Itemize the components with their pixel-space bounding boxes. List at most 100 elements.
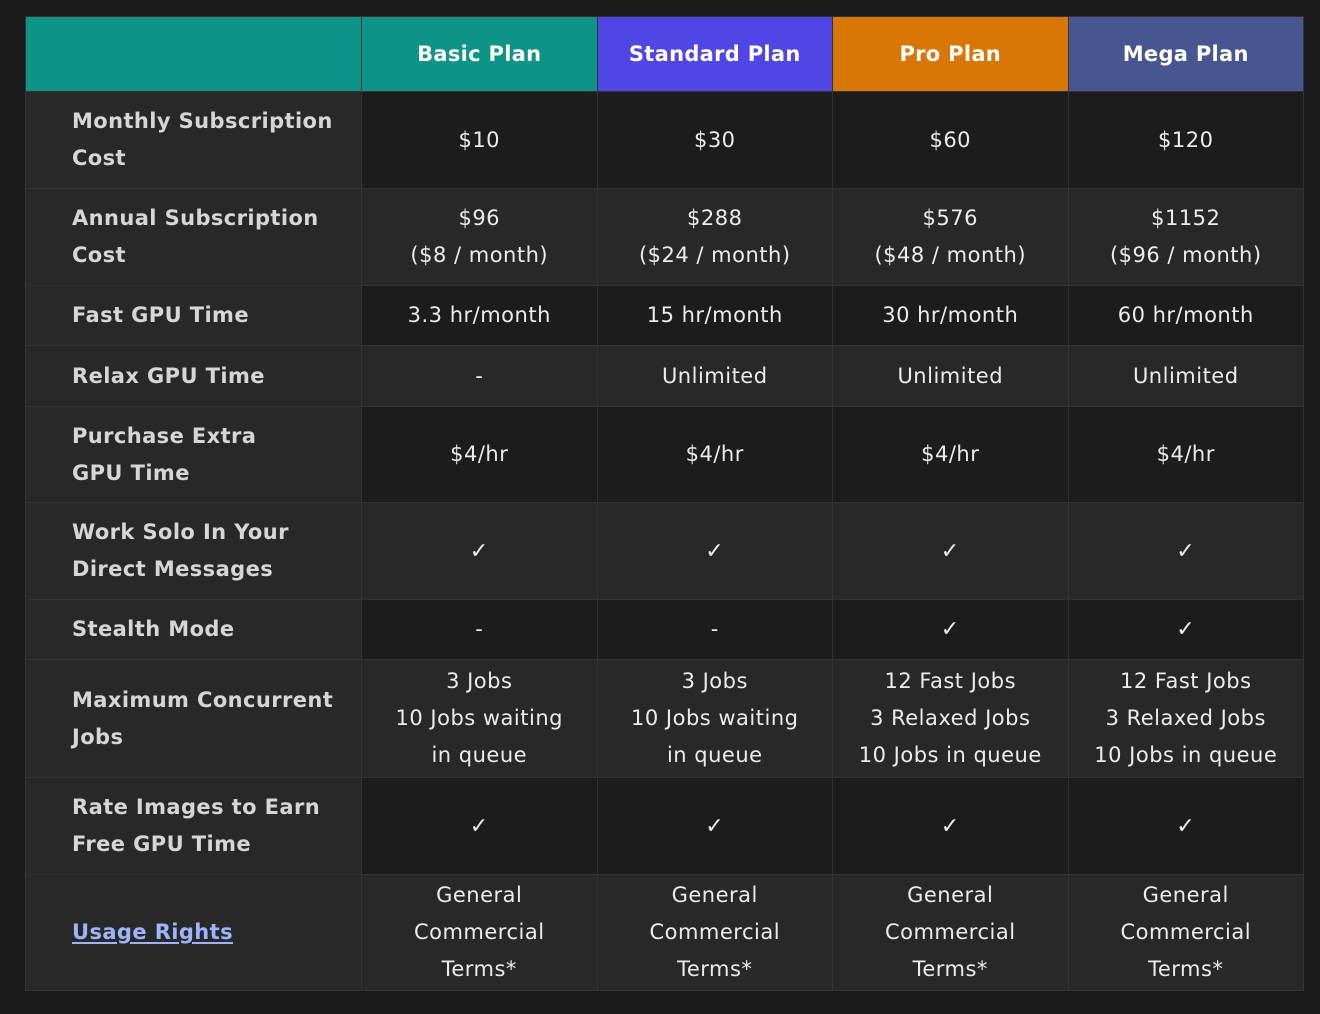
cell-monthly-subscription-cost-basic: $10	[361, 91, 598, 189]
cell-value: Commercial	[413, 920, 545, 944]
cell-usage-rights-standard: General Commercial Terms*	[596, 874, 833, 991]
cell-value: $96	[458, 206, 501, 230]
cell-stealth-mode-mega: ✓	[1067, 599, 1304, 660]
row-label-fast-gpu-time: Fast GPU Time	[25, 285, 362, 346]
row-label-monthly-subscription-cost: Monthly Subscription Cost	[25, 91, 362, 189]
cell-value: General	[671, 883, 758, 907]
table-row-maximum-concurrent-jobs: Maximum Concurrent Jobs 3 Jobs 10 Jobs wait…	[25, 659, 1304, 778]
cell-value: Commercial	[649, 920, 781, 944]
row-label-line: Cost	[72, 243, 126, 267]
table-row-rate-images-earn-gpu-time: Rate Images to Earn Free GPU Time ✓ ✓ ✓ ✓	[25, 777, 1304, 875]
table-row-usage-rights: Usage Rights General Commercial Terms* Gener…	[25, 874, 1304, 991]
cell-value: Unlimited	[661, 363, 768, 388]
cell-value: -	[475, 617, 484, 641]
table-header: Basic Plan Standard Plan Pro Plan Mega P…	[25, 16, 1304, 92]
row-label-line: Jobs	[72, 724, 124, 749]
table-row-purchase-extra-gpu-time: Purchase Extra GPU Time $4/hr $4/hr $4/hr $4/…	[25, 406, 1304, 503]
header-row: Basic Plan Standard Plan Pro Plan Mega P…	[25, 16, 1304, 92]
cell-value: ($48 / month)	[874, 243, 1027, 267]
cell-value: 10 Jobs waiting	[631, 706, 799, 730]
cell-value: $576	[922, 206, 978, 230]
cell-value: 15 hr/month	[646, 303, 783, 327]
check-icon: ✓	[1176, 617, 1196, 642]
cell-work-solo-direct-messages-standard: ✓	[596, 502, 833, 600]
cell-rate-images-earn-gpu-time-pro: ✓	[832, 777, 1069, 875]
cell-value: $1152	[1151, 206, 1221, 230]
row-label-maximum-concurrent-jobs: Maximum Concurrent Jobs	[25, 659, 362, 778]
check-icon: ✓	[940, 617, 960, 642]
cell-monthly-subscription-cost-standard: $30	[596, 91, 833, 189]
table-row-annual-subscription-cost: Annual Subscription Cost $96 ($8 / month) $2…	[25, 188, 1304, 286]
row-label-annual-subscription-cost: Annual Subscription Cost	[25, 188, 362, 286]
cell-value: Commercial	[884, 920, 1016, 944]
row-label-line: GPU Time	[72, 460, 190, 485]
cell-purchase-extra-gpu-time-pro: $4/hr	[832, 406, 1069, 503]
row-label-line: Rate Images to Earn	[72, 795, 321, 819]
cell-monthly-subscription-cost-pro: $60	[832, 91, 1069, 189]
cell-value: 3 Relaxed Jobs	[870, 706, 1031, 730]
cell-value: in queue	[431, 743, 528, 767]
row-label-line: Cost	[72, 146, 126, 170]
row-label-line: Relax GPU Time	[72, 363, 265, 388]
row-label-line: Purchase Extra	[72, 423, 257, 448]
cell-rate-images-earn-gpu-time-mega: ✓	[1067, 777, 1304, 875]
usage-rights-link[interactable]: Usage Rights	[72, 914, 341, 951]
row-label-purchase-extra-gpu-time: Purchase Extra GPU Time	[25, 406, 362, 503]
row-label-usage-rights[interactable]: Usage Rights	[25, 874, 362, 991]
plan-header-mega: Mega Plan	[1067, 16, 1304, 92]
cell-maximum-concurrent-jobs-standard: 3 Jobs 10 Jobs waiting in queue	[596, 659, 833, 778]
plan-header-basic: Basic Plan	[361, 16, 598, 92]
cell-work-solo-direct-messages-mega: ✓	[1067, 502, 1304, 600]
row-label-work-solo-direct-messages: Work Solo In Your Direct Messages	[25, 502, 362, 600]
row-label-line: Work Solo In Your	[72, 520, 289, 544]
cell-annual-subscription-cost-basic: $96 ($8 / month)	[361, 188, 598, 286]
cell-value: ($24 / month)	[638, 243, 791, 267]
cell-annual-subscription-cost-pro: $576 ($48 / month)	[832, 188, 1069, 286]
cell-value: 10 Jobs in queue	[1094, 743, 1278, 767]
row-label-stealth-mode: Stealth Mode	[25, 599, 362, 660]
check-icon: ✓	[705, 538, 725, 564]
cell-value: $10	[458, 127, 501, 152]
cell-value: General	[907, 883, 994, 907]
cell-value: 3 Jobs	[681, 669, 748, 693]
table-row-work-solo-direct-messages: Work Solo In Your Direct Messages ✓ ✓ ✓ ✓	[25, 502, 1304, 600]
cell-stealth-mode-pro: ✓	[832, 599, 1069, 660]
row-label-line: Stealth Mode	[72, 617, 235, 641]
cell-value: General	[1142, 883, 1229, 907]
cell-value: Commercial	[1120, 920, 1252, 944]
cell-usage-rights-basic: General Commercial Terms*	[361, 874, 598, 991]
cell-value: Terms*	[677, 957, 753, 981]
table-body: Monthly Subscription Cost $10 $30 $60 $120 Ann…	[25, 91, 1304, 991]
cell-value: Terms*	[912, 957, 988, 981]
check-icon: ✓	[469, 538, 489, 564]
row-label-line: Direct Messages	[72, 557, 274, 581]
plan-header-standard: Standard Plan	[596, 16, 833, 92]
cell-usage-rights-pro: General Commercial Terms*	[832, 874, 1069, 991]
cell-value: $4/hr	[921, 442, 980, 466]
cell-value: 10 Jobs waiting	[395, 706, 563, 730]
header-corner-cell	[25, 16, 362, 92]
cell-value: $120	[1158, 127, 1214, 152]
row-label-line: Free GPU Time	[72, 832, 251, 856]
cell-value: 12 Fast Jobs	[884, 669, 1017, 693]
check-icon: ✓	[1176, 538, 1196, 564]
cell-purchase-extra-gpu-time-basic: $4/hr	[361, 406, 598, 503]
cell-value: Unlimited	[897, 363, 1004, 388]
pricing-table: Basic Plan Standard Plan Pro Plan Mega P…	[25, 16, 1304, 991]
cell-value: Terms*	[1148, 957, 1224, 981]
cell-maximum-concurrent-jobs-mega: 12 Fast Jobs 3 Relaxed Jobs 10 Jobs in que…	[1067, 659, 1304, 778]
cell-value: $288	[687, 206, 743, 230]
check-icon: ✓	[940, 538, 960, 564]
cell-purchase-extra-gpu-time-mega: $4/hr	[1067, 406, 1304, 503]
cell-value: in queue	[666, 743, 763, 767]
cell-maximum-concurrent-jobs-pro: 12 Fast Jobs 3 Relaxed Jobs 10 Jobs in que…	[832, 659, 1069, 778]
table-row-monthly-subscription-cost: Monthly Subscription Cost $10 $30 $60 $120	[25, 91, 1304, 189]
cell-value: $4/hr	[450, 442, 509, 466]
cell-relax-gpu-time-basic: -	[361, 345, 598, 407]
row-label-line: Annual Subscription	[72, 206, 319, 230]
cell-fast-gpu-time-basic: 3.3 hr/month	[361, 285, 598, 346]
cell-value: ($8 / month)	[410, 243, 549, 267]
cell-value: General	[436, 883, 523, 907]
row-label-line[interactable]: Usage Rights	[72, 914, 341, 951]
cell-stealth-mode-basic: -	[361, 599, 598, 660]
